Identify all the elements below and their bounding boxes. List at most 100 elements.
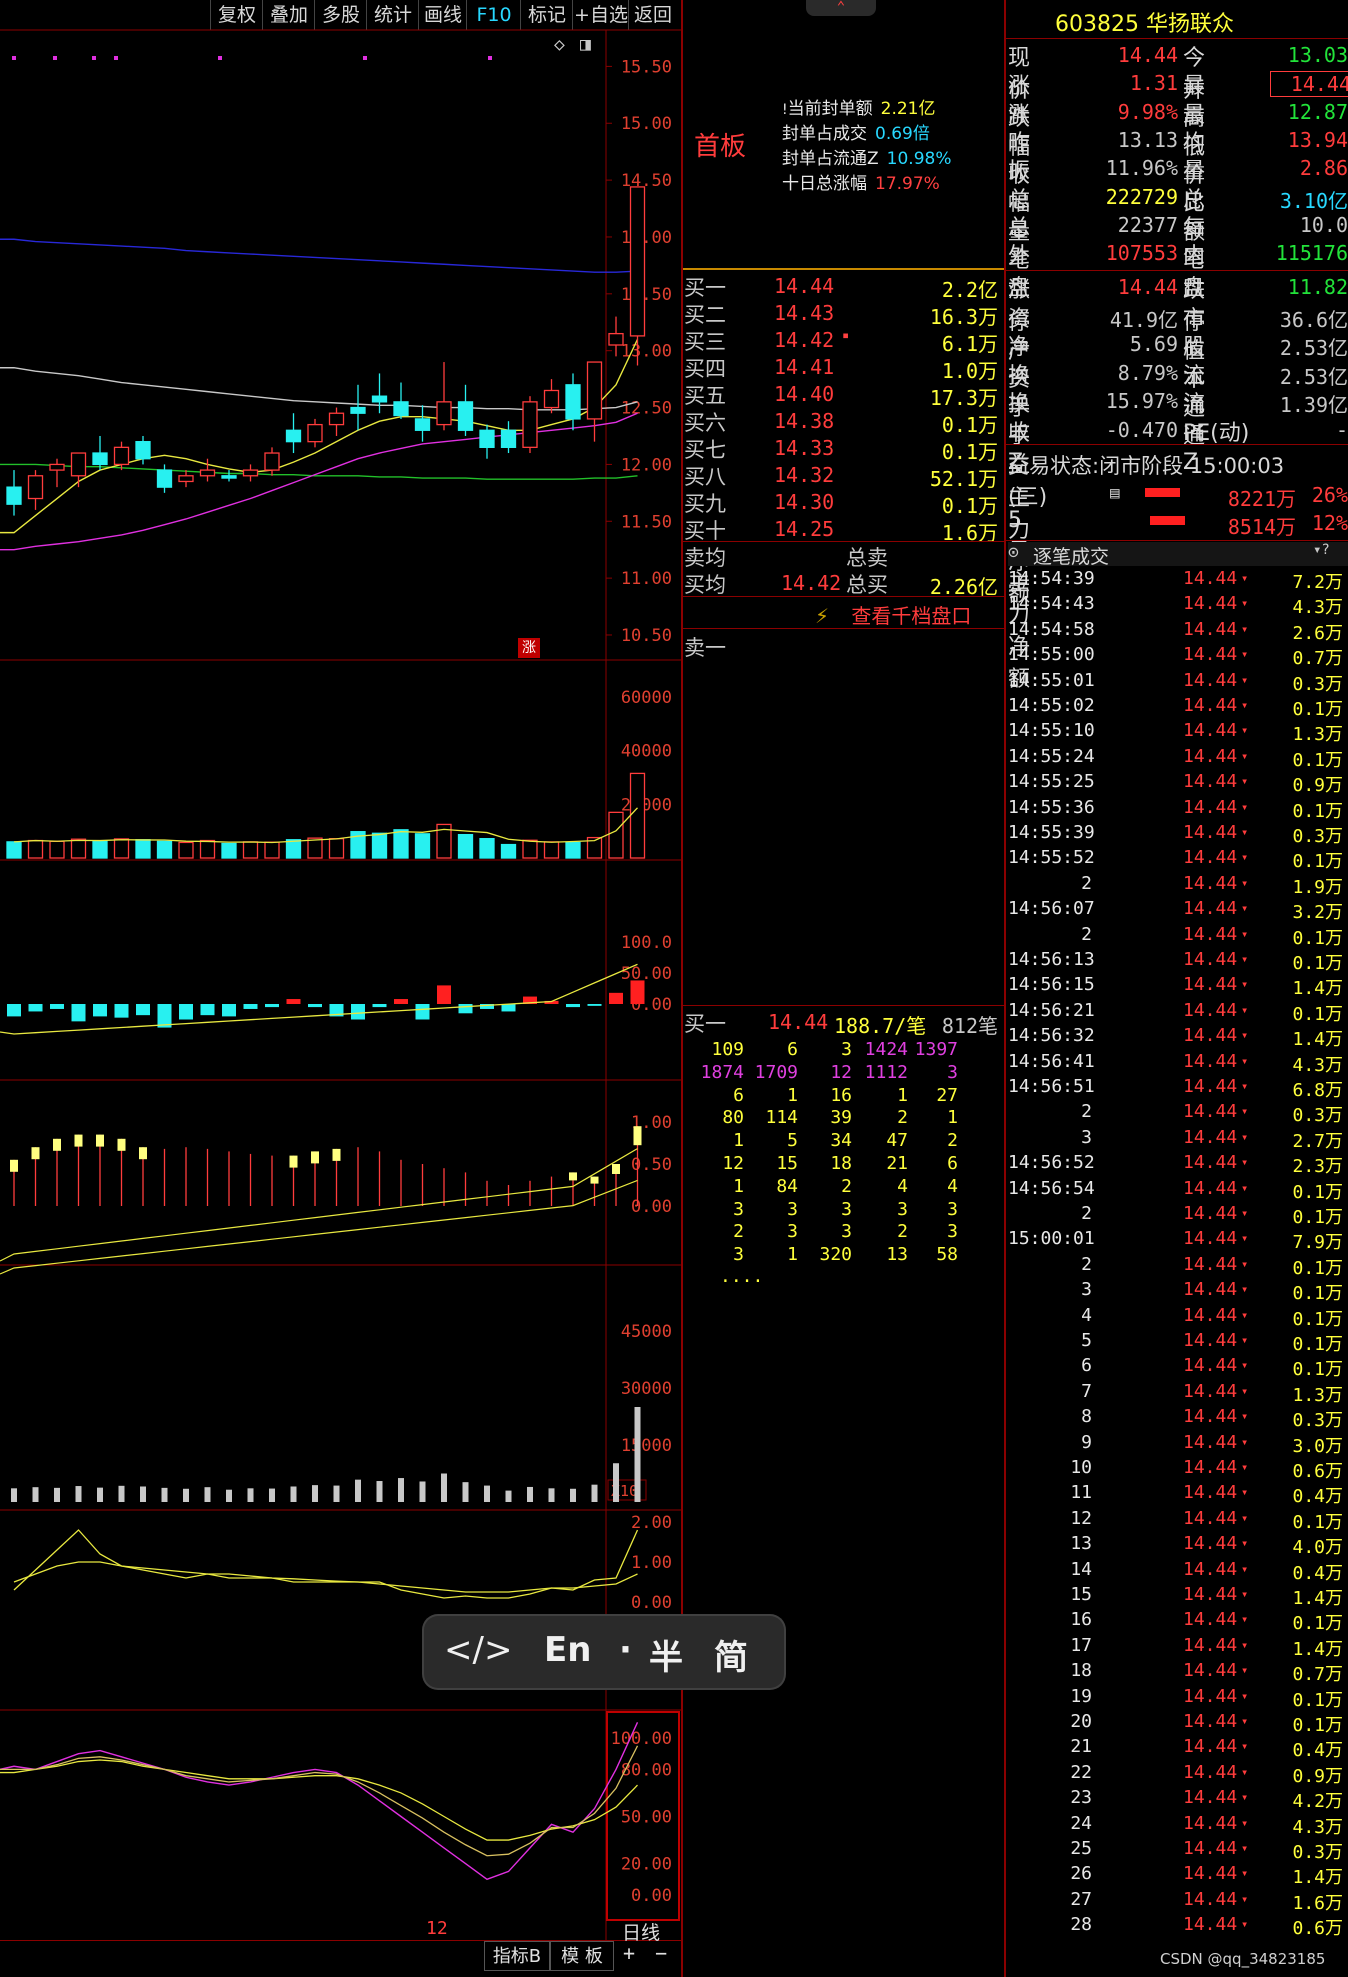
candle-body bbox=[199, 469, 216, 477]
up-arrow-icon: ▾ bbox=[1241, 1841, 1249, 1855]
trade-row: 14:55:36 14.44 ▾ 0.1万 bbox=[1008, 796, 1343, 822]
up-arrow-icon: ▾ bbox=[1241, 1383, 1249, 1398]
candle-body bbox=[264, 452, 280, 471]
volume-bar bbox=[6, 841, 22, 859]
bid-row[interactable]: 买六 14.38 0.1万 bbox=[684, 407, 1002, 437]
window-icon[interactable]: ◨ bbox=[580, 34, 591, 55]
collapse-arrow-icon[interactable]: ⌃ bbox=[806, 0, 876, 16]
panel5-bar bbox=[118, 1485, 125, 1502]
queue-more[interactable]: .... bbox=[720, 1266, 763, 1287]
up-arrow-icon: ▾ bbox=[1241, 1079, 1249, 1093]
collapse-circle-icon[interactable]: ⊙ bbox=[1008, 542, 1019, 563]
panel5-bar bbox=[269, 1488, 275, 1502]
flow-bar bbox=[1150, 516, 1185, 525]
volume-bar bbox=[27, 839, 44, 859]
lang-toggle[interactable]: En bbox=[544, 1630, 591, 1670]
bid-row[interactable]: 买十 14.25 1.6万 bbox=[684, 515, 1002, 545]
macd-bar bbox=[609, 992, 623, 1004]
period-tab[interactable]: 日线 bbox=[622, 1918, 660, 1945]
up-arrow-icon: ▾ bbox=[1241, 571, 1249, 585]
panel5-bar bbox=[505, 1490, 512, 1502]
macd-bar bbox=[136, 1004, 150, 1016]
bid-row[interactable]: 买五 14.40 17.3万 bbox=[684, 380, 1002, 410]
up-arrow-icon: ▾ bbox=[1241, 1764, 1249, 1779]
up-arrow-icon: ▾ bbox=[1241, 621, 1249, 636]
zoom-out-button[interactable]: − bbox=[646, 1941, 676, 1969]
panel5-bar bbox=[634, 1407, 641, 1502]
seal-row: !当前封单额 2.21亿 bbox=[782, 99, 936, 119]
trade-row: 24 14.44 ▾ 4.3万 bbox=[1070, 1812, 1343, 1838]
macd-bar bbox=[415, 1004, 430, 1020]
trade-row: 2 14.44 ▾ 0.1万 bbox=[1081, 923, 1343, 949]
script-toggle[interactable]: 简 bbox=[714, 1630, 748, 1679]
indicator-tab[interactable]: 指标B bbox=[484, 1941, 550, 1971]
queue-row: 1 84 2 4 4 bbox=[733, 1175, 958, 1197]
macd-bar bbox=[222, 1004, 236, 1017]
trade-row: 14:56:51 14.44 ▾ 6.8万 bbox=[1008, 1076, 1343, 1101]
up-arrow-icon: ▾ bbox=[1241, 1485, 1249, 1500]
diamond-icon[interactable]: ◇ bbox=[554, 34, 565, 55]
bid-row[interactable]: 买三 14.42 ▪ 6.1万 bbox=[684, 326, 1002, 356]
up-arrow-icon: ▾ bbox=[1241, 1536, 1249, 1551]
flow-bar bbox=[1145, 488, 1180, 497]
candle-body bbox=[457, 401, 474, 431]
panel5-bar bbox=[570, 1488, 576, 1502]
panel4-block bbox=[590, 1176, 599, 1184]
bid-row[interactable]: 买四 14.41 1.0万 bbox=[684, 353, 1002, 383]
zoom-in-button[interactable]: + bbox=[614, 1941, 644, 1969]
macd-bar bbox=[243, 1004, 258, 1009]
punct-toggle[interactable]: · bbox=[619, 1630, 632, 1670]
up-arrow-icon: ▾ bbox=[1241, 1333, 1249, 1347]
candle-body bbox=[629, 186, 646, 337]
template-tab[interactable]: 模 板 bbox=[550, 1941, 614, 1971]
bid-row[interactable]: 买九 14.30 0.1万 bbox=[684, 488, 1002, 518]
panel5-bar bbox=[97, 1487, 103, 1502]
chart-bottom-bar: 指标B 模 板 + − bbox=[0, 1941, 682, 1977]
bid-row[interactable]: 买二 14.43 16.3万 bbox=[684, 299, 1002, 329]
volume-bar bbox=[70, 838, 87, 859]
bid-row[interactable]: 买七 14.33 0.1万 bbox=[684, 434, 1002, 464]
panel4-line-a bbox=[0, 1148, 638, 1262]
trade-row: 2 14.44 ▾ 1.9万 bbox=[1081, 872, 1343, 898]
macd-bar bbox=[437, 985, 451, 1004]
trade-row: 10 14.44 ▾ 0.6万 bbox=[1070, 1457, 1343, 1482]
trade-row: 2 14.44 ▾ 0.1万 bbox=[1081, 1253, 1343, 1279]
candle-body bbox=[307, 423, 323, 443]
thousand-book-link[interactable]: ⚡ 查看千档盘口 bbox=[815, 600, 1000, 629]
panel7-tick-label: 0.00 bbox=[631, 1886, 672, 1906]
trade-row: 16 14.44 ▾ 0.1万 bbox=[1070, 1609, 1343, 1635]
volume-bar bbox=[264, 841, 280, 859]
panel7-tick-label: 100.00 bbox=[611, 1729, 672, 1749]
up-arrow-icon: ▾ bbox=[1241, 723, 1249, 738]
trade-row: 14:55:25 14.44 ▾ 0.9万 bbox=[1008, 771, 1343, 797]
volume-bar bbox=[135, 839, 151, 859]
filter-icon[interactable]: ▾? bbox=[1313, 542, 1330, 558]
trade-row: 14:56:41 14.44 ▾ 4.3万 bbox=[1008, 1050, 1343, 1076]
up-arrow-icon: ▾ bbox=[1241, 926, 1249, 941]
volume-bar bbox=[156, 840, 173, 859]
ime-toolbar[interactable]: </> En · 半 简 bbox=[424, 1616, 784, 1688]
panel5-bar bbox=[11, 1488, 17, 1502]
trade-row: 21 14.44 ▾ 0.4万 bbox=[1070, 1736, 1343, 1762]
trade-row: 17 14.44 ▾ 1.4万 bbox=[1070, 1634, 1343, 1660]
queue-header: 买一 14.44 188.7/笔 812笔 bbox=[684, 1010, 998, 1038]
panel4-block bbox=[332, 1148, 341, 1161]
width-toggle[interactable]: 半 bbox=[649, 1630, 683, 1679]
avg-row: 卖均 总卖 bbox=[684, 546, 888, 570]
up-arrow-icon: ▾ bbox=[1241, 1282, 1249, 1297]
kdj-d-line bbox=[0, 1759, 638, 1841]
bid-row[interactable]: 买八 14.32 52.1万 bbox=[684, 461, 1002, 491]
trade-row: 14:56:07 14.44 ▾ 3.2万 bbox=[1008, 898, 1343, 924]
volume-bar bbox=[285, 839, 302, 859]
detail-icon[interactable]: ▤ bbox=[1110, 483, 1120, 502]
code-icon[interactable]: </> bbox=[444, 1630, 512, 1670]
panel5-bar bbox=[140, 1486, 146, 1502]
queue-row: 80 114 39 2 1 bbox=[722, 1107, 958, 1129]
trade-row: 7 14.44 ▾ 1.3万 bbox=[1081, 1380, 1343, 1406]
board-tag: 首板 bbox=[694, 132, 747, 162]
bid-row[interactable]: 买一 14.44 2.2亿 bbox=[684, 272, 1002, 302]
volume-bar bbox=[307, 837, 323, 859]
trade-row: 14:56:15 14.44 ▾ 1.4万 bbox=[1008, 974, 1343, 1000]
candle-body bbox=[221, 475, 237, 479]
macd-bar bbox=[566, 1004, 580, 1008]
